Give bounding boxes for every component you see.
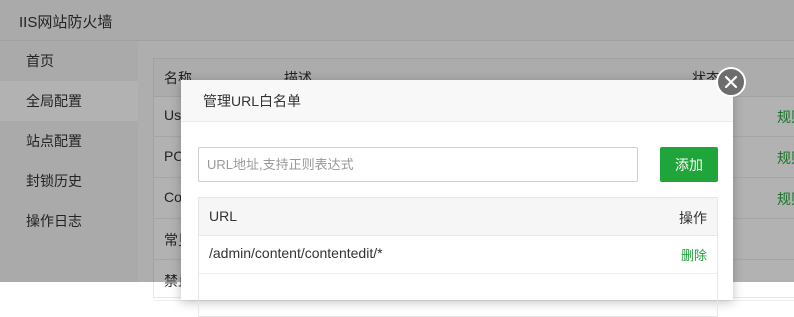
- modal-title: 管理URL白名单: [181, 80, 733, 122]
- delete-link[interactable]: 删除: [681, 245, 707, 264]
- col-action-header: 操作: [679, 210, 707, 226]
- add-button[interactable]: 添加: [660, 147, 718, 182]
- whitelist-url: /admin/content/contentedit/*: [209, 245, 383, 261]
- close-icon: [724, 75, 738, 89]
- url-input[interactable]: [198, 147, 638, 182]
- whitelist-table-header: URL 操作: [199, 198, 717, 236]
- table-row: /admin/content/contentedit/* 删除: [199, 235, 717, 274]
- whitelist-modal: 管理URL白名单 添加 URL 操作 /admin/content/conten…: [181, 80, 733, 317]
- whitelist-table: URL 操作 /admin/content/contentedit/* 删除: [198, 197, 718, 317]
- close-button[interactable]: [716, 67, 746, 97]
- col-url-header: URL: [209, 208, 238, 224]
